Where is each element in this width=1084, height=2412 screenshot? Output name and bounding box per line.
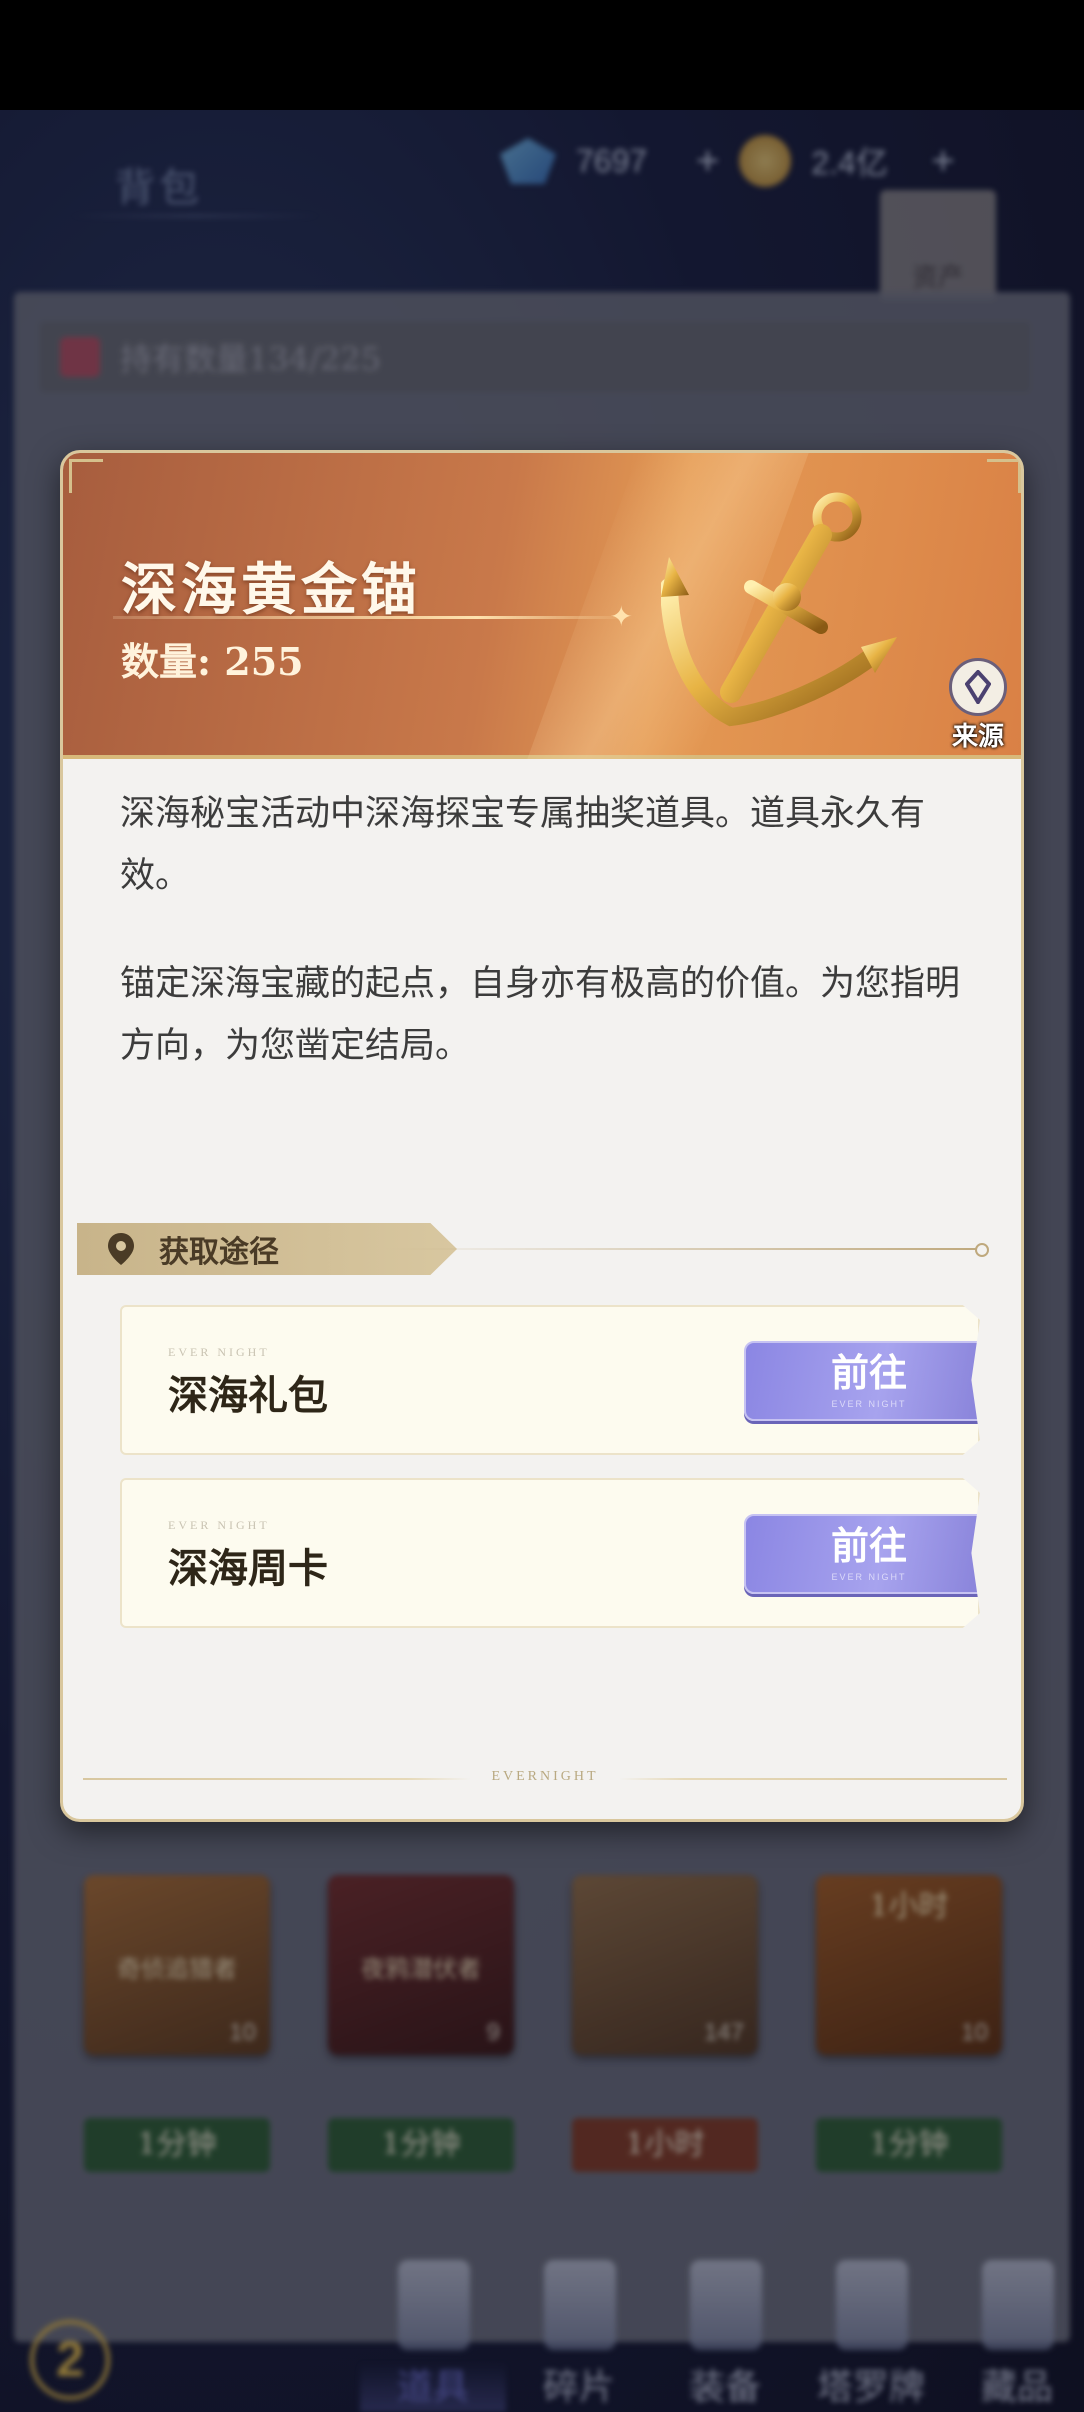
route-watermark: EVER NIGHT (168, 1518, 270, 1532)
corner-ornament (987, 459, 1021, 493)
acquisition-title: 获取途径 (159, 1235, 279, 1270)
item-description: 深海秘宝活动中深海探宝专属抽奖道具。道具永久有效。 (120, 794, 926, 896)
acquisition-route: EVER NIGHT 深海礼包 前往 EVER NIGHT (120, 1305, 980, 1455)
go-button[interactable]: 前往 EVER NIGHT (744, 1514, 980, 1594)
item-detail-card: 深海黄金锚 数量: 255 (60, 450, 1024, 1822)
acquisition-route: EVER NIGHT 深海周卡 前往 EVER NIGHT (120, 1478, 980, 1628)
quantity-value: 255 (224, 639, 304, 684)
status-bar (0, 0, 1084, 110)
route-name: 深海周卡 (168, 1545, 328, 1592)
source-label: 来源 (951, 722, 1004, 752)
quantity-label: 数量: (121, 639, 212, 684)
golden-anchor-icon (661, 492, 897, 727)
footer-brand: EVERNIGHT (491, 1769, 599, 1784)
go-button[interactable]: 前往 EVER NIGHT (744, 1341, 980, 1421)
go-button-sub: EVER NIGHT (831, 1572, 907, 1582)
location-pin-icon (108, 1233, 134, 1265)
route-name: 深海礼包 (168, 1372, 328, 1419)
route-watermark: EVER NIGHT (168, 1345, 270, 1359)
item-header: 深海黄金锚 数量: 255 (63, 453, 1021, 759)
name-divider (113, 600, 633, 633)
item-name: 深海黄金锚 (121, 557, 421, 623)
go-button-label: 前往 (830, 1350, 907, 1395)
go-button-label: 前往 (830, 1523, 907, 1568)
source-button[interactable]: 来源 (943, 658, 1013, 752)
go-button-sub: EVER NIGHT (831, 1399, 907, 1409)
item-lore: 锚定深海宝藏的起点，自身亦有极高的价值。为您指明方向，为您凿定结局。 (120, 964, 961, 1066)
acquisition-divider (383, 1243, 989, 1257)
card-footer: EVERNIGHT (63, 1703, 1021, 1819)
item-quantity: 数量: 255 (121, 631, 304, 686)
corner-ornament (69, 459, 103, 493)
location-diamond-icon (949, 658, 1007, 716)
